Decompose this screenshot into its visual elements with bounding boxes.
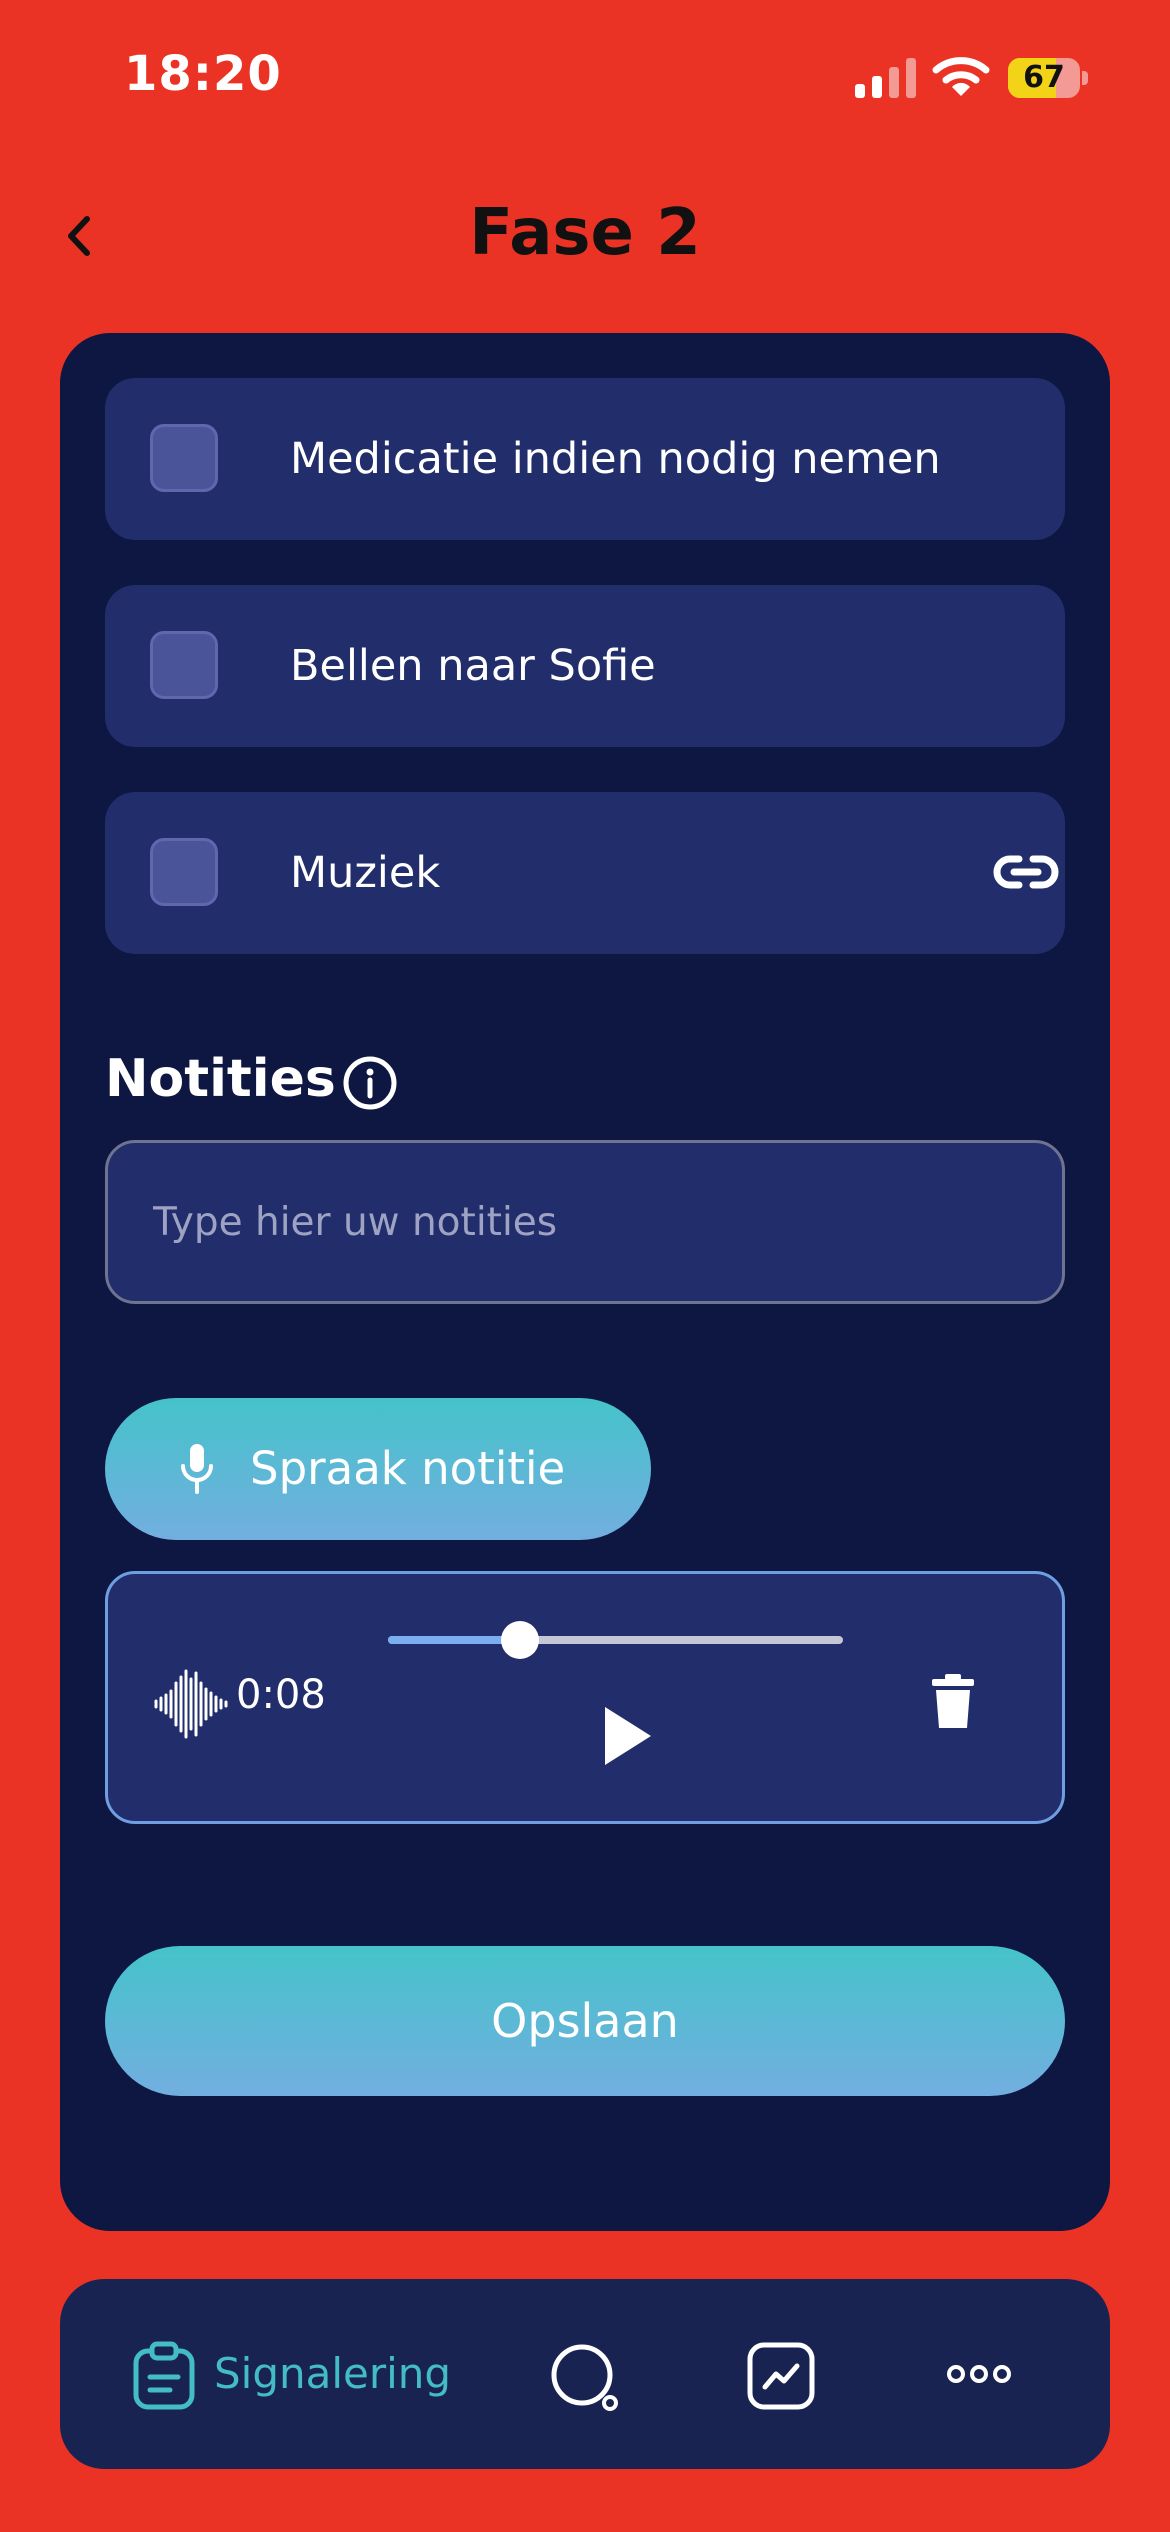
page-title: Fase 2 xyxy=(469,196,701,270)
audio-duration: 0:08 xyxy=(236,1672,326,1718)
nav-item-search[interactable] xyxy=(550,2279,640,2469)
task-checkbox[interactable] xyxy=(150,631,218,699)
notes-input[interactable] xyxy=(105,1140,1065,1304)
nav-item-more[interactable] xyxy=(946,2279,1036,2469)
voice-note-label: Spraak notitie xyxy=(250,1442,566,1495)
play-icon[interactable] xyxy=(601,1705,653,1767)
trash-icon[interactable] xyxy=(930,1672,976,1730)
info-icon[interactable] xyxy=(342,1055,398,1111)
battery-nub xyxy=(1082,71,1088,85)
audio-progress-track[interactable] xyxy=(388,1621,843,1659)
task-item[interactable]: Bellen naar Sofie xyxy=(105,585,1065,747)
link-icon[interactable] xyxy=(993,850,1059,894)
nav-label-signalering: Signalering xyxy=(214,2349,452,2398)
task-checkbox[interactable] xyxy=(150,424,218,492)
status-time: 18:20 xyxy=(124,46,282,102)
more-icon xyxy=(947,2365,1011,2383)
voice-note-button[interactable]: Spraak notitie xyxy=(105,1398,651,1540)
task-checkbox[interactable] xyxy=(150,838,218,906)
audio-player: 0:08 xyxy=(105,1571,1065,1824)
waveform-icon xyxy=(154,1669,228,1739)
search-icon xyxy=(551,2344,618,2411)
microphone-icon xyxy=(181,1444,213,1494)
status-bar: 18:20 67 xyxy=(0,0,1170,150)
task-label: Medicatie indien nodig nemen xyxy=(290,434,941,484)
bottom-navigation: Signalering xyxy=(60,2279,1110,2469)
battery-body: 67 xyxy=(1008,58,1080,98)
save-button[interactable]: Opslaan xyxy=(105,1946,1065,2096)
battery-indicator: 67 xyxy=(1008,58,1088,98)
main-card: Medicatie indien nodig nemen Bellen naar… xyxy=(60,333,1110,2231)
nav-item-signalering[interactable]: Signalering xyxy=(132,2279,462,2469)
cellular-signal-icon xyxy=(855,58,916,98)
wifi-icon xyxy=(932,57,990,96)
clipboard-icon xyxy=(133,2341,195,2410)
audio-progress-thumb[interactable] xyxy=(500,1621,539,1659)
task-label: Bellen naar Sofie xyxy=(290,641,656,691)
nav-item-chart[interactable] xyxy=(746,2279,836,2469)
battery-percentage: 67 xyxy=(1023,60,1065,95)
task-item[interactable]: Medicatie indien nodig nemen xyxy=(105,378,1065,540)
task-label: Muziek xyxy=(290,848,441,898)
notes-title: Notities xyxy=(105,1049,336,1109)
task-item[interactable]: Muziek xyxy=(105,792,1065,954)
chart-icon xyxy=(747,2342,815,2410)
